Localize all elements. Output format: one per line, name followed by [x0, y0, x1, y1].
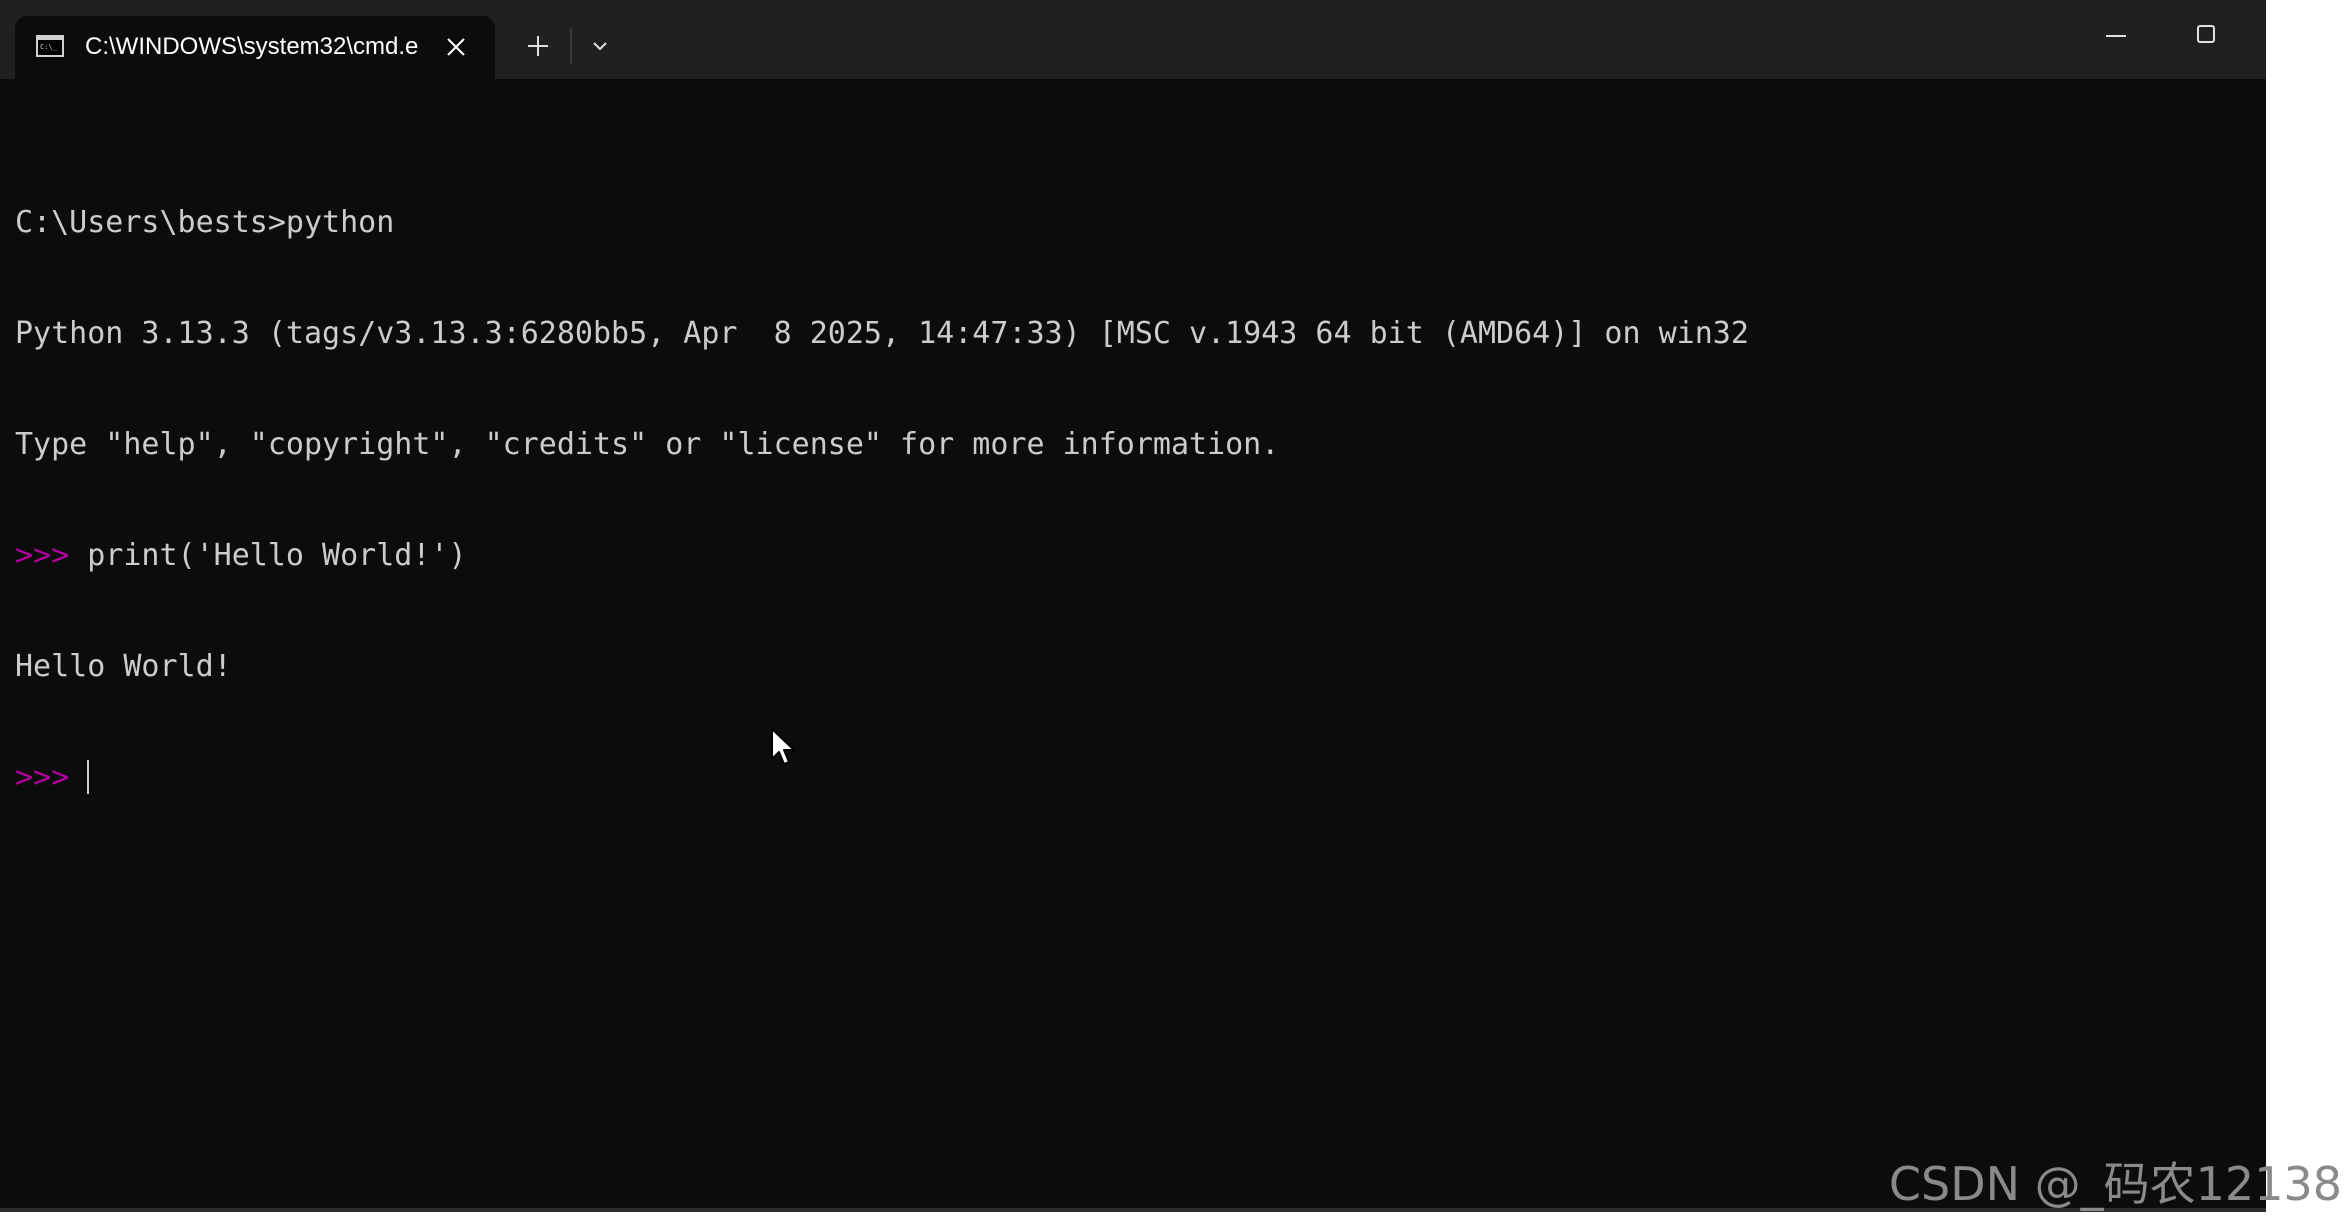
- plus-icon[interactable]: [520, 28, 556, 64]
- text-cursor: [87, 760, 90, 794]
- terminal-window: C:\_ C:\WINDOWS\system32\cmd.e C:\Users\…: [0, 0, 2266, 1212]
- console-text: Python 3.13.3 (tags/v3.13.3:6280bb5, Apr…: [15, 316, 1749, 351]
- watermark: CSDN @_码农12138: [1888, 1157, 2342, 1211]
- console-prompt: >>>: [15, 760, 88, 795]
- screenshot-root: C:\_ C:\WINDOWS\system32\cmd.e C:\Users\…: [0, 0, 2346, 1222]
- console-line: Python 3.13.3 (tags/v3.13.3:6280bb5, Apr…: [15, 315, 1749, 352]
- console-line: >>>: [15, 759, 1749, 796]
- console-text: Type "help", "copyright", "credits" or "…: [15, 427, 1280, 462]
- console-line: >>> print('Hello World!'): [15, 537, 1749, 574]
- console-output[interactable]: C:\Users\bests>python Python 3.13.3 (tag…: [15, 130, 1749, 870]
- terminal-tab[interactable]: C:\_ C:\WINDOWS\system32\cmd.e: [15, 16, 495, 79]
- console-line: C:\Users\bests>python: [15, 204, 1749, 241]
- svg-text:C:\_: C:\_: [40, 43, 58, 51]
- maximize-icon[interactable]: [2186, 14, 2226, 54]
- tab-title: C:\WINDOWS\system32\cmd.e: [85, 33, 419, 60]
- chevron-down-icon[interactable]: [582, 28, 618, 64]
- console-line: Type "help", "copyright", "credits" or "…: [15, 426, 1749, 463]
- console-text: print('Hello World!'): [87, 538, 467, 573]
- cmd-terminal-icon: C:\_: [36, 35, 64, 57]
- minimize-icon[interactable]: [2096, 14, 2136, 54]
- console-text: C:\Users\bests>python: [15, 205, 395, 240]
- close-icon[interactable]: [443, 34, 469, 60]
- title-bar: C:\_ C:\WINDOWS\system32\cmd.e: [0, 0, 2266, 79]
- mouse-pointer-icon: [771, 728, 795, 765]
- console-line: Hello World!: [15, 648, 1749, 685]
- console-text: Hello World!: [15, 649, 232, 684]
- console-prompt: >>>: [15, 538, 88, 573]
- tab-separator: [570, 28, 572, 64]
